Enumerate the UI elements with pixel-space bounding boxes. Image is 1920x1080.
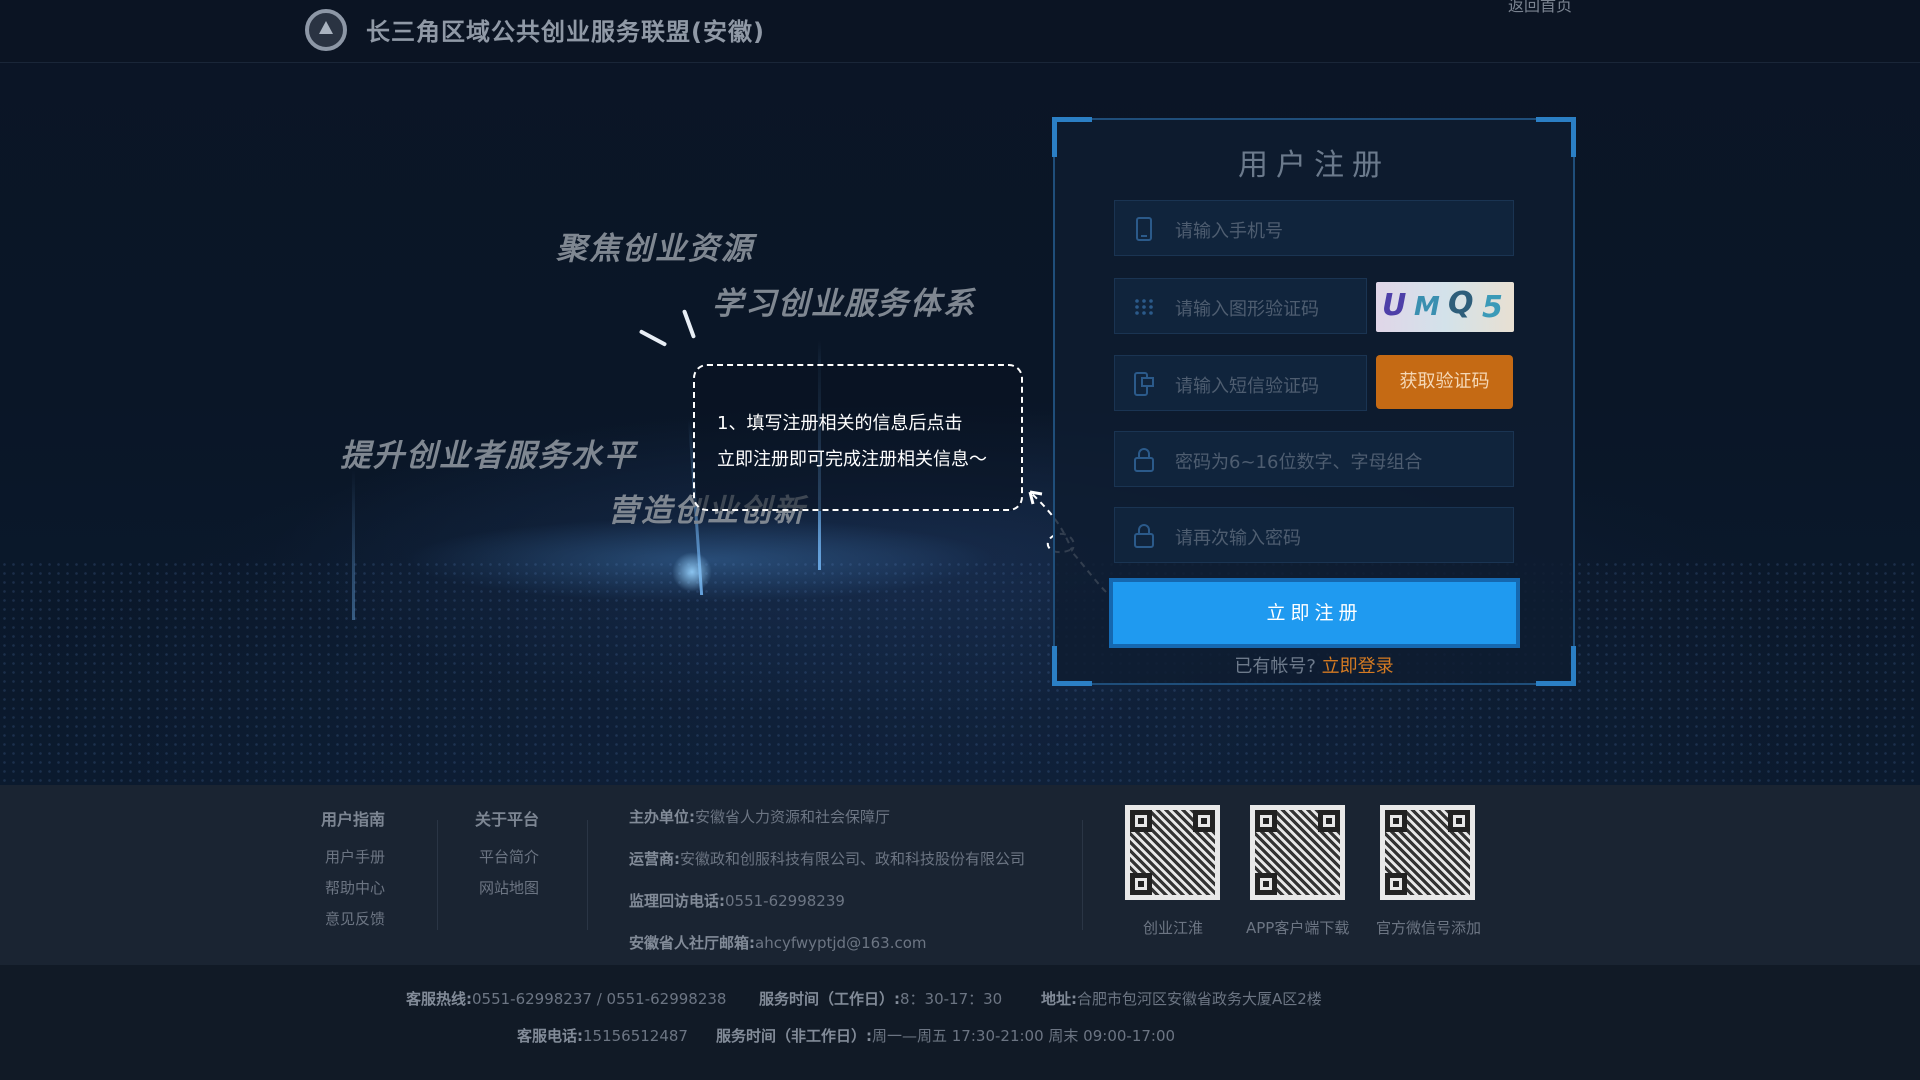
footer-info-label: 主办单位: [629, 808, 695, 826]
tooltip-line-2: 立即注册即可完成注册相关信息～ [717, 449, 987, 470]
footer-guide-title: 用户指南 [321, 810, 386, 829]
footer-link-user-manual[interactable]: 用户手册 [325, 846, 385, 867]
footer-info-label: 运营商: [629, 850, 680, 868]
captcha-char: 5 [1482, 290, 1503, 325]
service-time-2-value: 周一—周五 17:30-21:00 周末 09:00-17:00 [872, 1027, 1176, 1045]
footer-about-title: 关于平台 [475, 810, 540, 829]
qrcode-caption: 官方微信号添加 [1376, 919, 1482, 937]
password-input[interactable]: 密码为6~16位数字、字母组合 [1114, 431, 1514, 487]
site-header: 长三角区域公共创业服务联盟(安徽) 返回首页 [0, 0, 1920, 63]
footer-info-value: 0551-62998239 [725, 892, 845, 910]
phone-icon [1136, 217, 1152, 241]
footer-supervision-phone: 监理回访电话:0551-62998239 [629, 890, 845, 911]
footer-divider [587, 820, 588, 930]
slogan-line-3: 提升创业者服务水平 [340, 438, 637, 474]
phone-value: 15156512487 [583, 1027, 688, 1045]
footer-phone: 客服电话:15156512487 [517, 1025, 688, 1046]
qrcode-chuangye-jianghuai [1125, 805, 1220, 900]
qrcode-caption: 创业江淮 [1143, 919, 1204, 937]
footer-link-platform-intro[interactable]: 平台简介 [479, 846, 539, 867]
captcha-char: U [1382, 288, 1407, 323]
light-beam [352, 470, 355, 620]
lock-icon [1134, 448, 1154, 472]
confirm-password-input[interactable]: 请再次输入密码 [1114, 507, 1514, 563]
get-sms-code-button[interactable]: 获取验证码 [1376, 355, 1513, 409]
light-glow [672, 552, 712, 592]
phone-placeholder: 请输入手机号 [1175, 221, 1283, 242]
hotline-label: 客服热线: [406, 990, 472, 1008]
footer-info-value: 安徽省人力资源和社会保障厅 [695, 808, 891, 826]
captcha-placeholder: 请输入图形验证码 [1175, 299, 1319, 320]
footer-service-time: 服务时间（工作日）:8：30-17：30 [759, 988, 1002, 1009]
footer-sponsor: 主办单位:安徽省人力资源和社会保障厅 [629, 806, 890, 827]
sms-placeholder: 请输入短信验证码 [1175, 376, 1319, 397]
footer-link-sitemap[interactable]: 网站地图 [479, 877, 539, 898]
footer-operator: 运营商:安徽政和创服科技有限公司、政和科技股份有限公司 [629, 848, 1025, 869]
grid-dots-icon [1135, 299, 1153, 315]
footer-link-feedback[interactable]: 意见反馈 [325, 908, 385, 929]
footer-info-value: ahcyfwyptjd@163.com [755, 934, 927, 952]
qrcode-caption: APP客户端下载 [1246, 919, 1350, 937]
register-title: 用户注册 [1238, 148, 1390, 183]
service-time-2-label: 服务时间（非工作日）: [716, 1027, 872, 1045]
captcha-input[interactable]: 请输入图形验证码 [1114, 278, 1367, 334]
sms-code-input[interactable]: 请输入短信验证码 [1114, 355, 1367, 411]
lock-icon [1134, 524, 1154, 548]
password-placeholder: 密码为6~16位数字、字母组合 [1175, 452, 1423, 473]
footer-divider [437, 820, 438, 930]
guide-tooltip: 1、填写注册相关的信息后点击 立即注册即可完成注册相关信息～ [693, 364, 1023, 511]
tooltip-line-1: 1、填写注册相关的信息后点击 [717, 413, 963, 434]
site-title: 长三角区域公共创业服务联盟(安徽) [366, 18, 765, 46]
footer-info-label: 监理回访电话: [629, 892, 725, 910]
service-time-label: 服务时间（工作日）: [759, 990, 900, 1008]
home-link[interactable]: 返回首页 [1508, 0, 1572, 16]
login-prompt: 已有帐号? 立即登录 [1053, 652, 1575, 678]
footer-service-time-2: 服务时间（非工作日）:周一—周五 17:30-21:00 周末 09:00-17… [716, 1025, 1175, 1046]
sms-device-icon [1134, 372, 1154, 396]
footer-info-label: 安徽省人社厅邮箱: [629, 934, 755, 952]
site-logo[interactable] [305, 9, 347, 51]
footer-hotline: 客服热线:0551-62998237 / 0551-62998238 [406, 988, 726, 1009]
phone-input[interactable]: 请输入手机号 [1114, 200, 1514, 256]
footer-contact-section [0, 965, 1920, 1080]
footer-info-value: 安徽政和创服科技有限公司、政和科技股份有限公司 [680, 850, 1026, 868]
footer-link-help-center[interactable]: 帮助中心 [325, 877, 385, 898]
captcha-char: M [1414, 292, 1440, 322]
register-button[interactable]: 立即注册 [1113, 582, 1516, 644]
captcha-char: Q [1448, 286, 1474, 321]
qrcode-wechat [1380, 805, 1475, 900]
address-label: 地址: [1041, 990, 1077, 1008]
footer-divider [1082, 820, 1083, 930]
hero-dot-pattern [0, 560, 1920, 785]
qrcode-app-download [1250, 805, 1345, 900]
login-link[interactable]: 立即登录 [1322, 656, 1394, 677]
footer-email: 安徽省人社厅邮箱:ahcyfwyptjd@163.com [629, 932, 927, 953]
footer-address: 地址:合肥市包河区安徽省政务大厦A区2楼 [1041, 988, 1322, 1009]
address-value: 合肥市包河区安徽省政务大厦A区2楼 [1077, 990, 1322, 1008]
captcha-image[interactable]: U M Q 5 [1376, 282, 1514, 332]
service-time-value: 8：30-17：30 [900, 990, 1003, 1008]
slogan-line-1: 聚焦创业资源 [556, 231, 754, 267]
slogan-line-2: 学习创业服务体系 [712, 286, 976, 322]
confirm-password-placeholder: 请再次输入密码 [1175, 528, 1301, 549]
phone-label: 客服电话: [517, 1027, 583, 1045]
footer-links-section [0, 785, 1920, 965]
have-account-text: 已有帐号? [1234, 656, 1316, 677]
hotline-value: 0551-62998237 / 0551-62998238 [472, 990, 727, 1008]
